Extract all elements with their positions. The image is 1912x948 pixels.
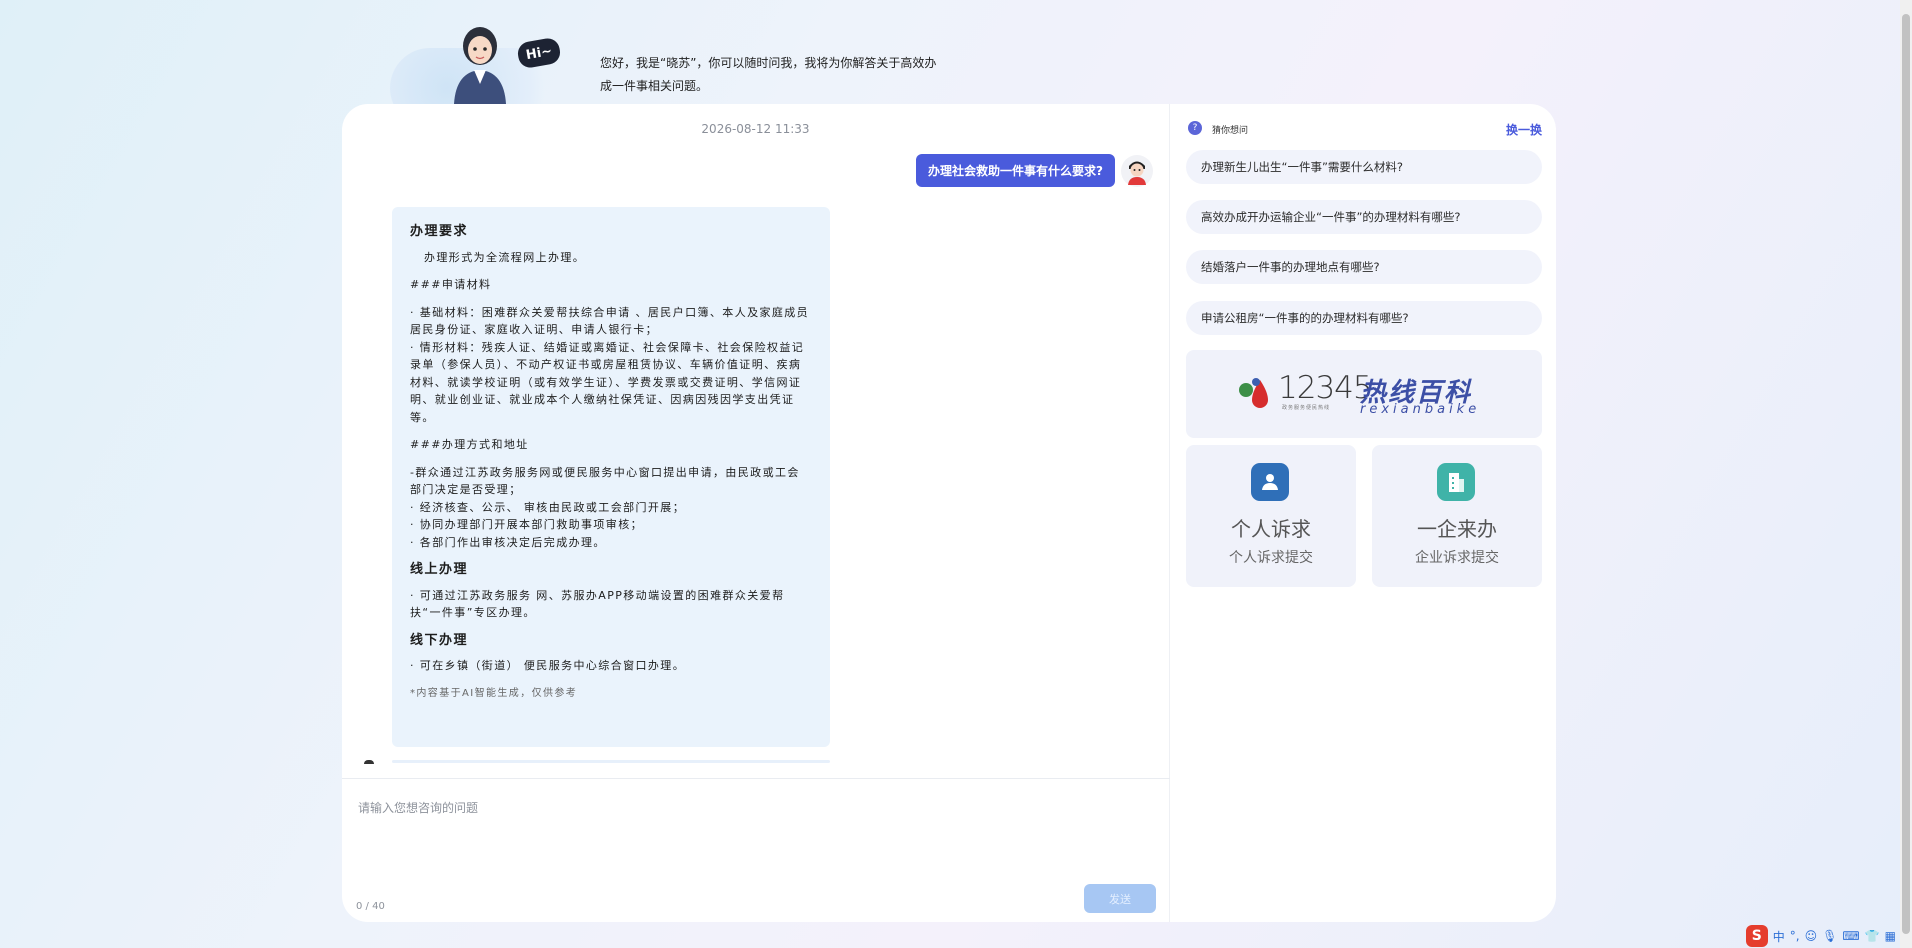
message-timestamp: 2026-08-12 11:33 <box>701 122 810 136</box>
personal-request-tile[interactable]: 个人诉求 个人诉求提交 <box>1186 445 1356 587</box>
building-icon <box>1437 463 1475 501</box>
tile-subtitle: 个人诉求提交 <box>1229 550 1313 566</box>
refresh-suggestions-link[interactable]: 换一换 <box>1506 121 1542 138</box>
answer-heading-method: ###办理方式和地址 <box>410 438 529 451</box>
hotline-small-text: 政务服务便民热线 <box>1282 405 1331 411</box>
language-toggle[interactable]: 中 <box>1773 928 1785 945</box>
scrollbar-thumb[interactable] <box>1902 14 1910 934</box>
punctuation-toggle[interactable]: °, <box>1790 929 1800 943</box>
page-scrollbar[interactable] <box>1900 0 1912 948</box>
skin-icon[interactable]: 👕 <box>1865 929 1880 943</box>
answer-offline-1: · 可在乡镇（街道） 便民服务中心综合窗口办理。 <box>410 659 686 672</box>
answer-method-2: · 经济核查、公示、 审核由民政或工会部门开展； <box>410 500 686 514</box>
answer-online-1: · 可通过江苏政务服务 网、苏服办APP移动端设置的困难群众关爱帮扶“一件事”专… <box>410 588 785 620</box>
hotline-encyclopedia-banner[interactable]: 12345 政务服务便民热线 热线百科 rexianbaike <box>1186 350 1542 438</box>
answer-heading-materials: ###申请材料 <box>410 278 492 291</box>
greeting-line-1: 您好，我是“晓苏”，你可以随时问我，我将为你解答关于高效办 <box>600 56 937 70</box>
answer-method-3: · 协同办理部门开展本部门救助事项审核； <box>410 518 643 531</box>
toolbox-icon[interactable]: ▦ <box>1885 929 1896 943</box>
answer-method-1: -群众通过江苏政务服务网或便民服务中心窗口提出申请，由民政或工会部门决定是否受理… <box>410 465 800 497</box>
answer-material-basic: · 基础材料：困难群众关爱帮扶综合申请 、居民户口簿、本人及家庭成员居民身份证、… <box>410 305 810 337</box>
suggestion-item[interactable]: 申请公租房“一件事的的办理材料有哪些? <box>1186 301 1542 335</box>
ime-logo-icon[interactable]: S <box>1745 925 1768 947</box>
hotline-logo-icon <box>1239 378 1268 408</box>
answer-heading-offline: 线下办理 <box>410 632 469 648</box>
tile-subtitle: 企业诉求提交 <box>1415 550 1499 566</box>
assistant-avatar-illustration <box>454 27 506 104</box>
question-mark-icon: ? <box>1188 121 1202 135</box>
person-icon <box>1251 463 1289 501</box>
user-avatar <box>1121 154 1153 187</box>
sidebar-title: 猜你想问 <box>1212 126 1249 136</box>
next-message-bubble-partial <box>392 760 830 763</box>
user-message-bubble: 办理社会救助一件事有什么要求? <box>916 154 1115 187</box>
user-avatar-icon <box>1128 161 1146 185</box>
ime-toolbar: S 中 °, ☺ 🎙 ⌨ 👕 ▦ <box>1745 924 1900 948</box>
assistant-greeting-banner: Hi~ 您好，我是“晓苏”，你可以随时问我，我将为你解答关于高效办 成一件事相关… <box>390 0 950 128</box>
answer-method-4: · 各部门作出审核决定后完成办理。 <box>410 535 606 549</box>
user-message-row: 办理社会救助一件事有什么要求? <box>916 154 1153 187</box>
assistant-answer-bubble: 办理要求 办理形式为全流程网上办理。 ###申请材料 · 基础材料：困难群众关爱… <box>392 207 830 747</box>
suggestion-item[interactable]: 结婚落户一件事的办理地点有哪些? <box>1186 250 1542 284</box>
enterprise-request-tile[interactable]: 一企来办 企业诉求提交 <box>1372 445 1542 587</box>
keyboard-icon[interactable]: ⌨ <box>1842 929 1859 943</box>
suggestion-item[interactable]: 办理新生儿出生“一件事”需要什么材料? <box>1186 150 1542 184</box>
greeting-text: 您好，我是“晓苏”，你可以随时问我，我将为你解答关于高效办 成一件事相关问题。 <box>600 52 940 98</box>
suggestion-sidebar: ? 猜你想问 换一换 办理新生儿出生“一件事”需要什么材料? 高效办成开办运输企… <box>1186 104 1542 922</box>
sidebar-header: ? 猜你想问 换一换 <box>1186 118 1542 138</box>
tile-title: 个人诉求 <box>1231 517 1311 541</box>
suggestion-item[interactable]: 高效办成开办运输企业“一件事”的办理材料有哪些? <box>1186 200 1542 234</box>
ai-disclaimer: *内容基于AI智能生成，仅供参考 <box>410 687 578 699</box>
question-input-area[interactable]: 请输入您想咨询的问题 0 / 40 发送 <box>342 778 1170 922</box>
send-button[interactable]: 发送 <box>1084 884 1156 913</box>
greeting-line-2: 成一件事相关问题。 <box>600 79 709 93</box>
chat-card: 2026-08-12 11:33 办理社会救助一件事有什么要求? 办理要求 办理… <box>342 104 1556 922</box>
question-input[interactable]: 请输入您想咨询的问题 <box>358 799 478 816</box>
answer-lead: 办理形式为全流程网上办理。 <box>424 250 586 264</box>
answer-material-situation: · 情形材料：残疾人证、结婚证或离婚证、社会保障卡、社会保险权益记录单（参保人员… <box>410 340 805 424</box>
microphone-icon[interactable]: 🎙 <box>1822 929 1837 943</box>
banner-en-title: rexianbaike <box>1360 402 1481 417</box>
next-bot-avatar-partial <box>364 760 374 764</box>
tile-title: 一企来办 <box>1417 517 1497 541</box>
character-counter: 0 / 40 <box>356 901 385 912</box>
emoji-icon[interactable]: ☺ <box>1805 929 1818 943</box>
chat-panel: 2026-08-12 11:33 办理社会救助一件事有什么要求? 办理要求 办理… <box>342 104 1170 922</box>
hotline-number: 12345 <box>1278 370 1373 406</box>
answer-heading-online: 线上办理 <box>410 562 469 577</box>
answer-heading-requirements: 办理要求 <box>410 224 469 239</box>
